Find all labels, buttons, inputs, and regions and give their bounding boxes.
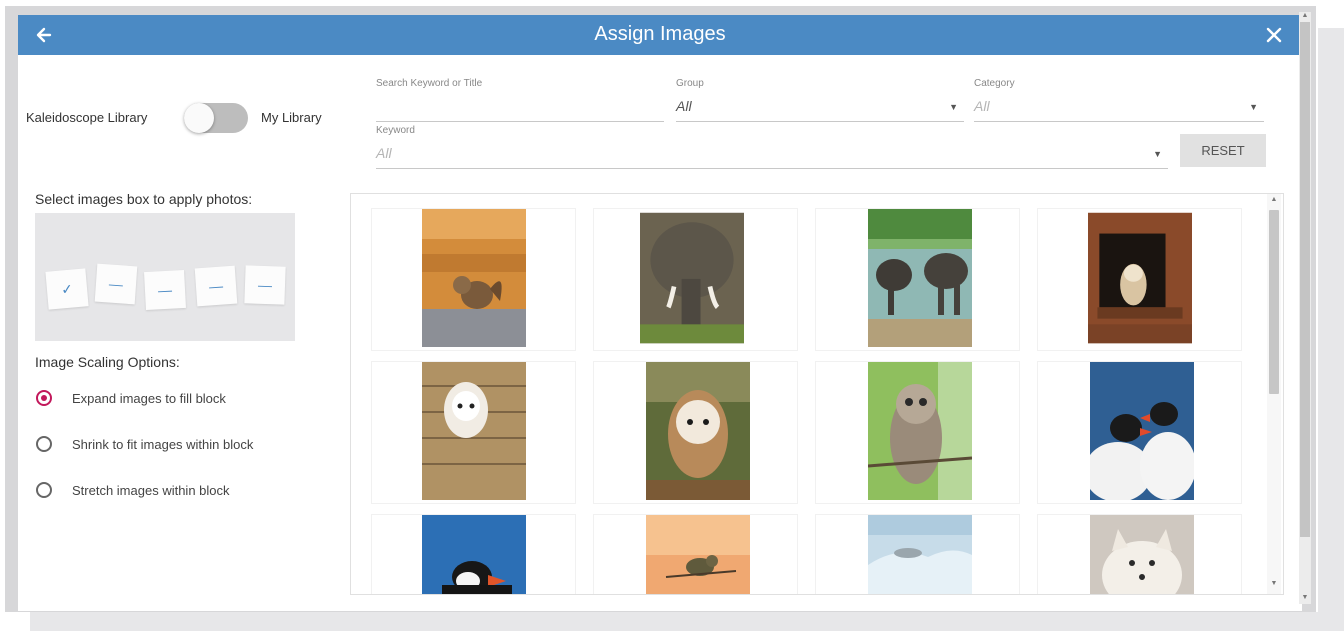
- dialog-title: Assign Images: [594, 23, 726, 45]
- dash-icon: —: [108, 275, 124, 293]
- library-toggle[interactable]: [184, 103, 248, 133]
- image-slot-preview: ✓ — — — —: [35, 213, 295, 341]
- group-select[interactable]: Group All ▼: [676, 78, 964, 122]
- barn-owl-image: [646, 362, 750, 500]
- toggle-knob: [184, 103, 214, 133]
- image-slot-4[interactable]: —: [194, 265, 238, 307]
- scaling-option-label: Shrink to fit images within block: [72, 437, 254, 452]
- barred-owl-image: [868, 362, 972, 500]
- assign-images-dialog: Assign Images Kaleidoscope Library My Li…: [18, 15, 1302, 611]
- dialog-scrollbar[interactable]: ▲ ▼: [1299, 12, 1311, 604]
- library-toggle-row: Kaleidoscope Library My Library: [26, 101, 346, 135]
- reset-button[interactable]: RESET: [1180, 134, 1266, 167]
- field-underline: [676, 121, 964, 122]
- arctic-fox-image: [1090, 515, 1194, 594]
- search-input[interactable]: [376, 96, 660, 120]
- scaling-option-expand[interactable]: Expand images to fill block: [35, 389, 335, 413]
- image-tile-elephants-river[interactable]: [815, 208, 1020, 351]
- image-tile-puffin[interactable]: [371, 514, 576, 594]
- close-button[interactable]: [1260, 21, 1288, 49]
- check-icon: ✓: [60, 280, 74, 297]
- scaling-option-label: Stretch images within block: [72, 483, 230, 498]
- keyword-value: All: [376, 145, 392, 161]
- scaling-options-title: Image Scaling Options:: [35, 354, 180, 370]
- scroll-down-icon[interactable]: ▼: [1299, 594, 1311, 601]
- caret-down-icon: ▼: [1249, 102, 1258, 112]
- search-field-label: Search Keyword or Title: [376, 78, 483, 89]
- image-tile-arctic-fox[interactable]: [1037, 514, 1242, 594]
- scroll-up-icon[interactable]: ▲: [1267, 196, 1281, 203]
- image-tile-barn-owl-wall[interactable]: [371, 361, 576, 504]
- backdrop-right: [1318, 28, 1344, 631]
- chipmunk-image: [422, 209, 526, 347]
- dialog-frame: Assign Images Kaleidoscope Library My Li…: [5, 6, 1316, 612]
- group-label: Group: [676, 78, 704, 89]
- search-field: Search Keyword or Title: [376, 78, 664, 122]
- elephant-image: [640, 212, 744, 344]
- field-underline: [974, 121, 1264, 122]
- image-slot-1[interactable]: ✓: [45, 268, 89, 310]
- category-value: All: [974, 98, 990, 114]
- image-tile-puffins[interactable]: [1037, 361, 1242, 504]
- dash-icon: —: [157, 281, 173, 299]
- scroll-down-icon[interactable]: ▼: [1267, 580, 1281, 587]
- image-slot-5[interactable]: —: [244, 265, 286, 305]
- scaling-option-label: Expand images to fill block: [72, 391, 226, 406]
- dialog-scroll-thumb[interactable]: [1300, 22, 1310, 537]
- barn-owl-wall-image: [422, 362, 526, 500]
- caret-down-icon: ▼: [949, 102, 958, 112]
- select-images-label: Select images box to apply photos:: [35, 191, 253, 207]
- dialog-titlebar: Assign Images: [18, 15, 1302, 55]
- scroll-up-icon[interactable]: ▲: [1299, 12, 1311, 19]
- keyword-label: Keyword: [376, 125, 415, 136]
- scaling-option-shrink[interactable]: Shrink to fit images within block: [35, 435, 335, 459]
- keyword-select[interactable]: Keyword All ▼: [376, 125, 1168, 169]
- radio-button[interactable]: [36, 482, 52, 498]
- image-tile-owl-barn-window[interactable]: [1037, 208, 1242, 351]
- owl-barn-window-image: [1088, 212, 1192, 344]
- bird-branch-image: [646, 515, 750, 594]
- puffin-image: [422, 515, 526, 594]
- field-underline: [376, 168, 1168, 169]
- image-tile-barred-owl[interactable]: [815, 361, 1020, 504]
- elephants-river-image: [868, 209, 972, 347]
- image-tile-elephant[interactable]: [593, 208, 798, 351]
- image-slot-2[interactable]: —: [94, 263, 138, 305]
- image-grid: ▲ ▼: [350, 193, 1284, 595]
- puffins-image: [1090, 362, 1194, 500]
- image-tile-bird-branch[interactable]: [593, 514, 798, 594]
- caret-down-icon: ▼: [1153, 149, 1162, 159]
- seal-ice-image: [868, 515, 972, 594]
- image-tile-barn-owl[interactable]: [593, 361, 798, 504]
- category-select[interactable]: Category All ▼: [974, 78, 1264, 122]
- close-icon: [1266, 27, 1282, 43]
- dash-icon: —: [208, 277, 224, 295]
- image-tile-chipmunk[interactable]: [371, 208, 576, 351]
- backdrop-bottom: [30, 612, 1344, 631]
- radio-button-checked[interactable]: [36, 390, 52, 406]
- dash-icon: —: [257, 276, 273, 294]
- radio-button[interactable]: [36, 436, 52, 452]
- grid-scrollbar[interactable]: ▲ ▼: [1267, 194, 1281, 594]
- scaling-option-stretch[interactable]: Stretch images within block: [35, 481, 335, 505]
- kaleidoscope-library-label: Kaleidoscope Library: [26, 110, 148, 125]
- image-tile-seal-ice[interactable]: [815, 514, 1020, 594]
- group-value: All: [676, 98, 692, 114]
- my-library-label: My Library: [261, 110, 322, 125]
- field-underline: [376, 121, 664, 122]
- grid-scroll-thumb[interactable]: [1269, 210, 1279, 394]
- image-slot-3[interactable]: —: [144, 269, 186, 311]
- category-label: Category: [974, 78, 1015, 89]
